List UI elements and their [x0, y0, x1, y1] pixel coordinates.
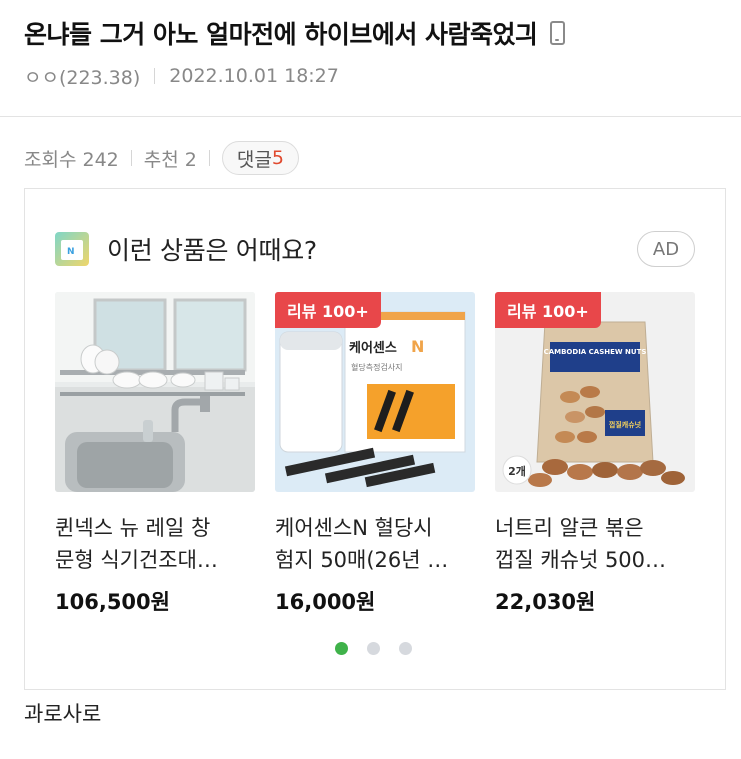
brand-n-text: N: [411, 337, 424, 356]
post-date: 2022.10.01 18:27: [169, 65, 339, 87]
product-name-line: 너트리 알큰 볶은: [495, 516, 644, 540]
stat-divider: [130, 150, 132, 166]
pager-dot[interactable]: [399, 642, 412, 655]
comments-label: 댓글: [236, 148, 272, 171]
product-carousel: 퀸넥스 뉴 레일 창 문형 식기건조대… 106,500원 케어센스 N 혈당측…: [55, 292, 695, 622]
product-image[interactable]: CAMBODIA CASHEW NUTS 껍질캐슈넛 2개 리뷰 100+: [495, 292, 695, 492]
ad-box: 이런 상품은 어때요? AD: [24, 188, 726, 690]
post-stats: 조회수 242 추천 2 댓글 5: [24, 140, 299, 176]
product-name[interactable]: 케어센스N 혈당시 험지 50매(26년 …: [275, 512, 475, 576]
ad-title: 이런 상품은 어때요?: [107, 236, 317, 265]
post-header: 온냐들 그거 아노 얼마전에 하이브에서 사람죽었긔 ㅇㅇ(223.38) 20…: [24, 16, 717, 90]
pack-count-text: 2개: [508, 464, 526, 478]
comments-count: 5: [271, 147, 284, 169]
shopping-bag-icon: [55, 232, 89, 266]
stat-divider: [208, 150, 210, 166]
comments-button[interactable]: 댓글 5: [221, 141, 299, 175]
product-price: 106,500원: [55, 590, 170, 614]
product-name[interactable]: 퀸넥스 뉴 레일 창 문형 식기건조대…: [55, 512, 255, 576]
view-count: 조회수 242: [24, 148, 119, 171]
brand-text: 케어센스: [349, 340, 397, 356]
dish-rack-image: [55, 292, 255, 492]
bag-label-text: 껍질캐슈넛: [609, 420, 642, 429]
product-price: 22,030원: [495, 590, 596, 614]
ad-header: 이런 상품은 어때요? AD: [55, 229, 695, 269]
product-image[interactable]: 케어센스 N 혈당측정검사지 리뷰 100+: [275, 292, 475, 492]
product-card[interactable]: 퀸넥스 뉴 레일 창 문형 식기건조대… 106,500원: [55, 292, 255, 616]
post-meta: ㅇㅇ(223.38) 2022.10.01 18:27: [24, 62, 717, 90]
header-divider: [0, 116, 741, 117]
comment-text: 과로사로: [24, 702, 102, 726]
product-name-line: 퀸넥스 뉴 레일 창: [55, 516, 211, 540]
post-title-text: 온냐들 그거 아노 얼마전에 하이브에서 사람죽었긔: [24, 20, 538, 49]
product-name-line: 껍질 캐슈넛 500…: [495, 548, 667, 572]
product-card[interactable]: CAMBODIA CASHEW NUTS 껍질캐슈넛 2개 리뷰 100+ 너트…: [495, 292, 695, 616]
meta-divider: [154, 68, 156, 84]
ad-badge[interactable]: AD: [637, 231, 695, 267]
carousel-pager: [335, 642, 431, 655]
bag-title-text: CAMBODIA CASHEW NUTS: [544, 348, 647, 356]
author-name[interactable]: ㅇㅇ(223.38): [24, 63, 140, 90]
box-sub-text: 혈당측정검사지: [351, 362, 403, 372]
pager-dot[interactable]: [367, 642, 380, 655]
product-name-line: 문형 식기건조대…: [55, 548, 218, 572]
product-card[interactable]: 케어센스 N 혈당측정검사지 리뷰 100+ 케어센스N 혈당시 험지 50매(…: [275, 292, 475, 616]
recommend-count: 추천 2: [143, 148, 197, 171]
review-badge: 리뷰 100+: [275, 292, 381, 328]
product-name-line: 케어센스N 혈당시: [275, 516, 433, 540]
product-price: 16,000원: [275, 590, 376, 614]
post-title: 온냐들 그거 아노 얼마전에 하이브에서 사람죽었긔: [24, 16, 717, 50]
product-name-line: 험지 50매(26년 …: [275, 548, 449, 572]
review-badge: 리뷰 100+: [495, 292, 601, 328]
pager-dot-active[interactable]: [335, 642, 348, 655]
product-image[interactable]: [55, 292, 255, 492]
mobile-icon: [549, 21, 565, 45]
product-name[interactable]: 너트리 알큰 볶은 껍질 캐슈넛 500…: [495, 512, 695, 576]
